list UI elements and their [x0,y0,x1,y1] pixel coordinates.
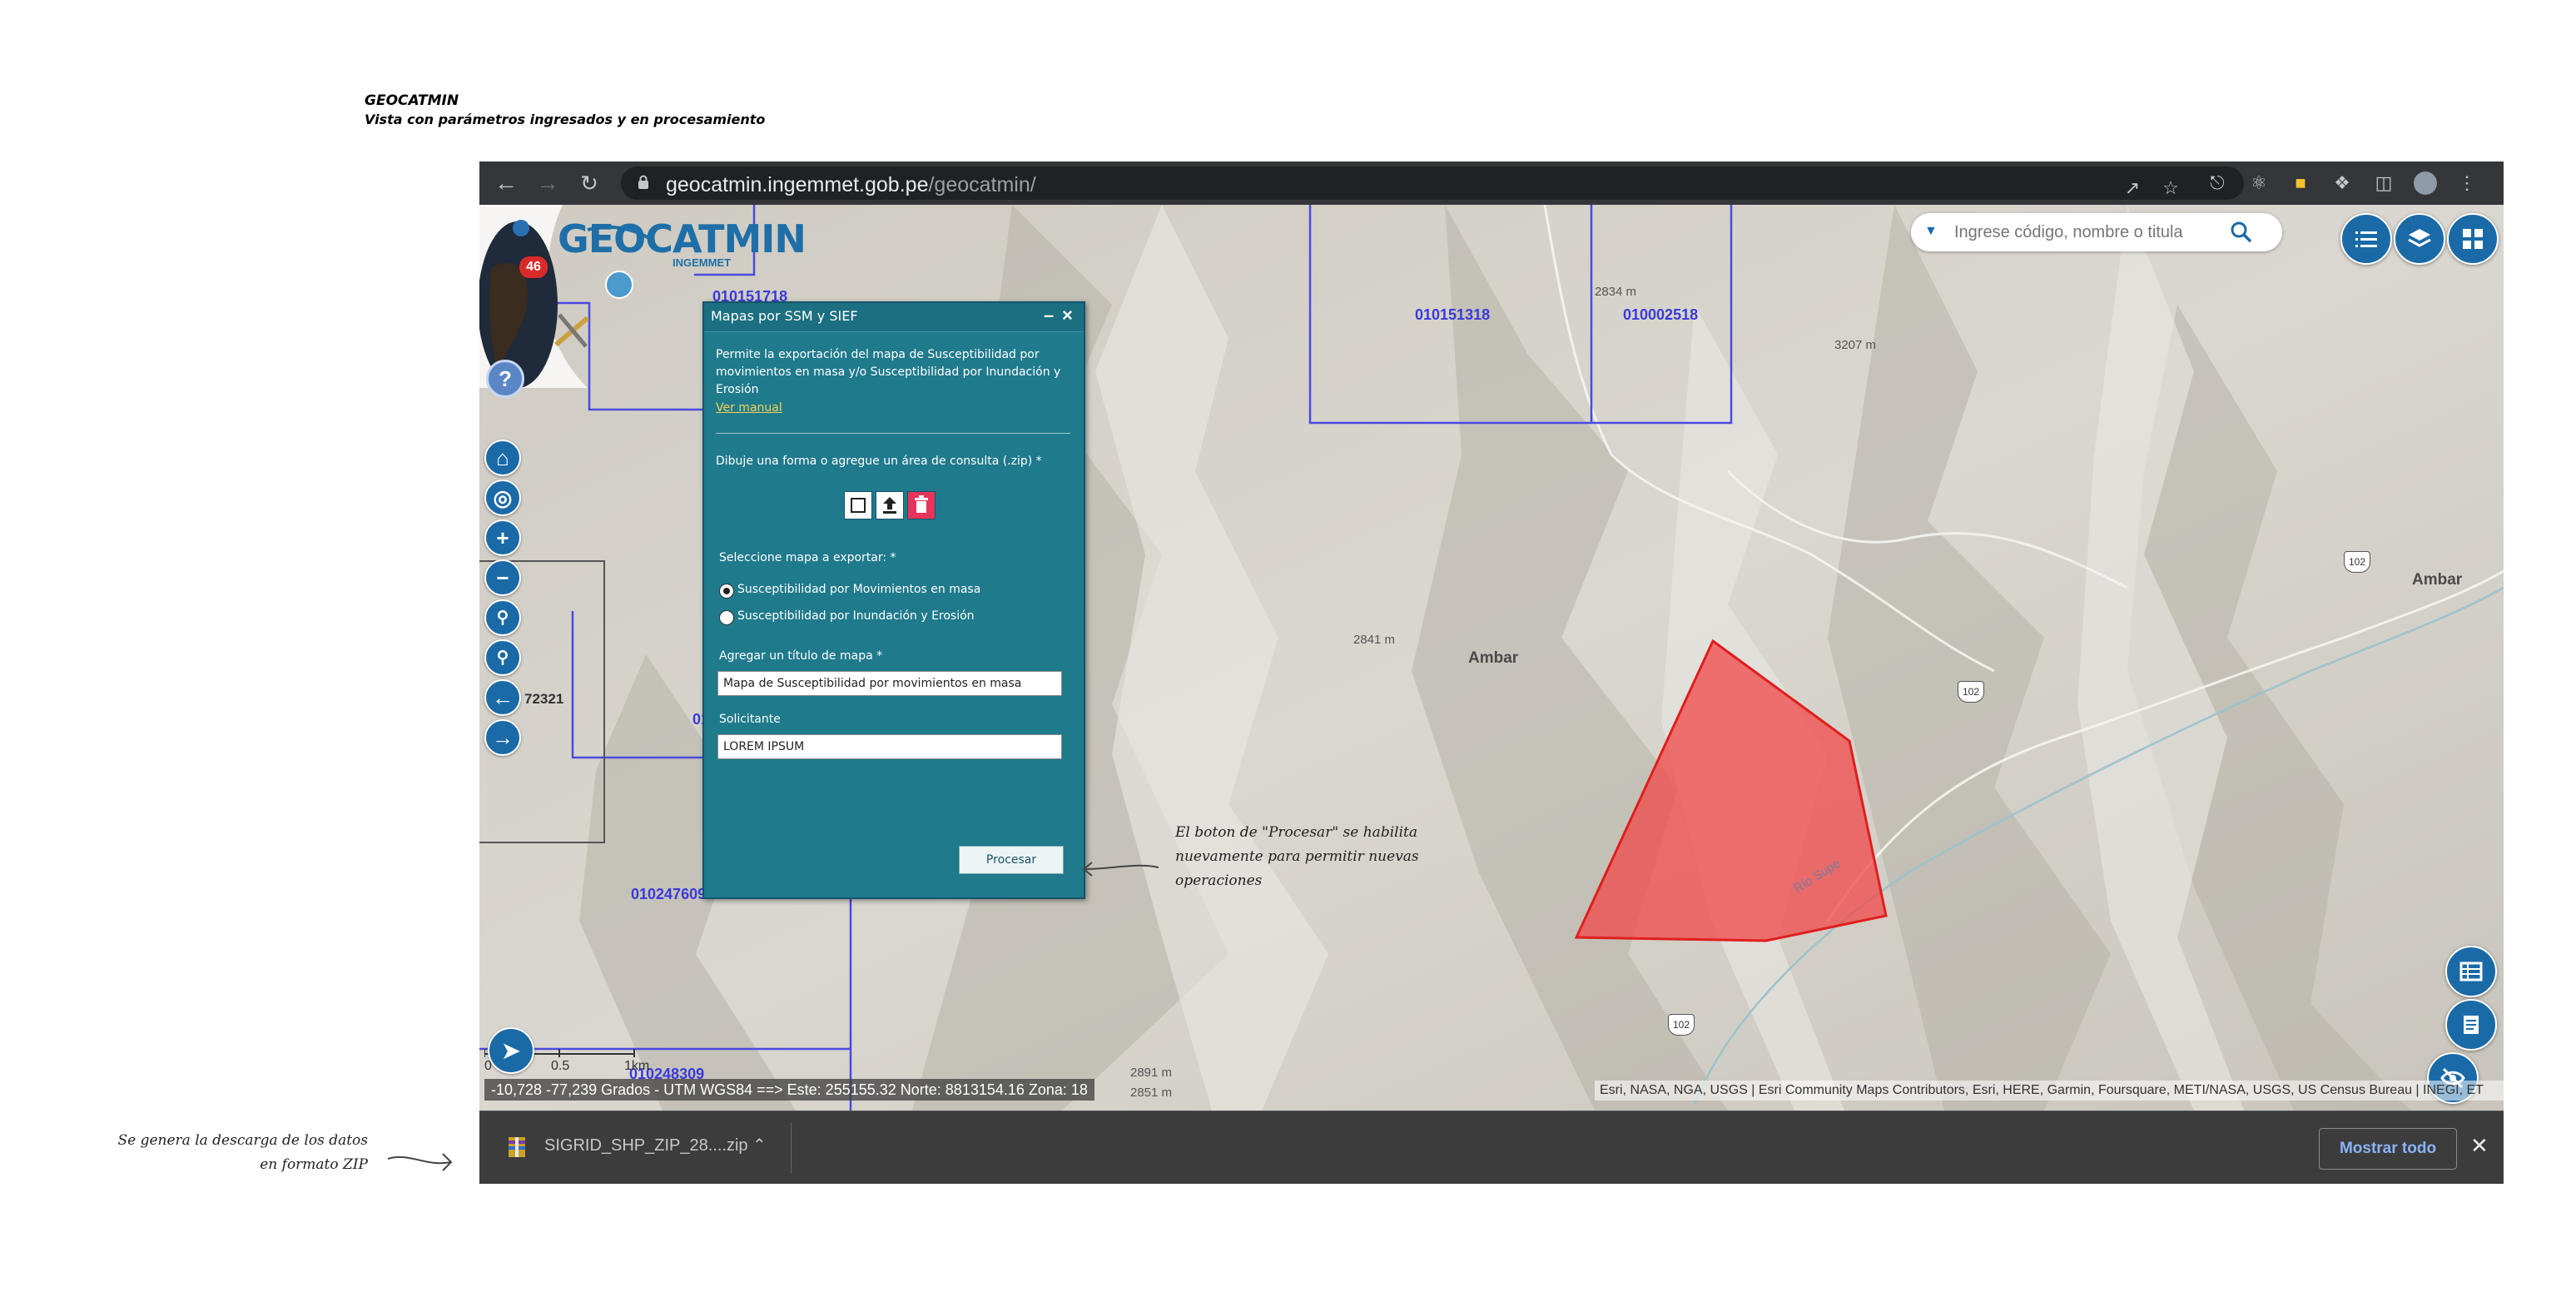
next-extent-icon[interactable]: → [484,719,521,756]
draw-shape-icon[interactable] [844,491,872,519]
map-attribution: Esri, NASA, NGA, USGS | Esri Community M… [1595,1081,2504,1101]
chevron-up-icon[interactable]: ⌃ [752,1135,767,1155]
upload-icon[interactable] [876,491,904,519]
menu-kebab-icon[interactable]: ⋮ [2454,170,2480,196]
doc-subtitle: Vista con parámetros ingresados y en pro… [365,112,766,127]
apps-grid-icon[interactable] [2447,213,2499,265]
close-icon[interactable]: × [1062,305,1073,326]
zoom-out-button[interactable]: − [484,559,521,596]
download-bar: SIGRID_SHP_ZIP_28....zip ⌃ Mostrar todo … [479,1111,2504,1184]
browser-window: ← → ↻ geocatmin.ingemmet.gob.pe/geocatmi… [479,162,2504,1184]
option-label[interactable]: Susceptibilidad por Movimientos en masa [737,581,980,599]
compass-icon[interactable]: ➤ [488,1027,534,1074]
manual-link[interactable]: Ver manual [716,401,782,415]
scale-label: 1km [624,1059,650,1073]
export-maps-panel: Mapas por SSM y SIEF – × Permite la expo… [702,301,1085,899]
back-icon[interactable]: ← [491,168,521,198]
react-extension-icon[interactable]: ⚛ [2246,170,2272,196]
show-all-button[interactable]: Mostrar todo [2319,1128,2457,1170]
radio-mass-movement[interactable] [719,584,734,599]
requester-input[interactable]: LOREM IPSUM [717,734,1062,759]
table-icon[interactable] [2445,946,2497,997]
town-label: Ambar [1468,649,1519,667]
doc-title: GEOCATMIN [365,92,459,109]
requester-label: Solicitante [719,713,781,726]
map-title-input[interactable]: Mapa de Susceptibilidad por movimientos … [717,671,1062,696]
sidepanel-icon[interactable]: ◫ [2370,170,2397,196]
panel-description: Permite la exportación del mapa de Susce… [716,348,1061,396]
browser-toolbar: ← → ↻ geocatmin.ingemmet.gob.pe/geocatmi… [479,162,2504,205]
concession-code: 72321 [524,691,564,707]
concession-code: 010151318 [1415,306,1491,323]
extension-c-icon[interactable]: ⎋ [2204,170,2231,196]
road-shield: 102 [2344,551,2370,573]
forward-icon[interactable]: → [533,168,563,198]
arrow-icon [1082,862,1159,877]
zoom-in-button[interactable]: + [484,519,521,556]
divider [716,433,1070,434]
scale-label: 0.5 [551,1059,570,1073]
town-label: Ambar [2412,571,2463,589]
url-text: geocatmin.ingemmet.gob.pe/geocatmin/ [666,173,1036,196]
download-note: Se genera la descarga de los datos en fo… [117,1132,368,1173]
logo-subtext: INGEMMET [673,256,732,269]
road-shield: 102 [1668,1014,1695,1036]
previous-extent-icon[interactable]: ← [484,679,521,716]
share-icon[interactable]: ↗ [2119,175,2146,201]
document-icon[interactable] [2445,999,2497,1051]
locate-icon[interactable]: ◎ [484,480,521,516]
bookmark-star-icon[interactable]: ☆ [2157,175,2184,201]
reload-icon[interactable]: ↻ [574,168,604,198]
road-shield: 102 [1958,681,1984,703]
delete-icon[interactable] [907,491,936,519]
elevation-label: 2841 m [1353,633,1396,647]
coordinates-readout: -10,728 -77,239 Grados - UTM WGS84 ==> E… [484,1079,1094,1101]
layers-icon[interactable] [2394,213,2445,265]
address-bar[interactable]: geocatmin.ingemmet.gob.pe/geocatmin/ ↗ ☆ [621,166,2244,200]
download-filename[interactable]: SIGRID_SHP_ZIP_28....zip [544,1136,748,1155]
draw-label: Dibuje una forma o agregue un área de co… [716,455,1042,468]
search-bar: ▼ [1911,213,2282,251]
option-label[interactable]: Susceptibilidad por Inundación y Erosión [737,608,975,625]
zoom-out-box-icon[interactable]: ⚲ [484,639,521,676]
panel-header: Mapas por SSM y SIEF – × [704,303,1084,332]
elevation-label: 2834 m [1595,285,1637,299]
select-map-label: Seleccione mapa a exportar: * [719,551,896,564]
process-note: El boton de "Procesar" se habilita nueva… [1175,824,1419,889]
divider [791,1123,792,1173]
lock-icon [638,175,648,189]
zoom-in-box-icon[interactable]: ⚲ [484,599,521,636]
concession-code: 010247609 [631,886,707,902]
zip-file-icon [509,1137,525,1157]
close-icon[interactable]: ✕ [2470,1133,2489,1159]
logo-text: GEOCATMIN [558,216,807,261]
search-filter-dropdown-icon[interactable]: ▼ [1924,221,1943,241]
puzzle-icon[interactable]: ❖ [2329,170,2355,196]
radio-flood-erosion[interactable] [719,610,734,625]
elevation-label: 2891 m [1130,1066,1173,1080]
panel-title: Mapas por SSM y SIEF [711,308,858,324]
search-input[interactable] [1953,221,2206,244]
concession-code: 010002518 [1623,306,1699,323]
lock-extension-icon[interactable]: ■ [2287,170,2314,196]
help-icon[interactable]: ? [486,360,524,398]
home-icon[interactable]: ⌂ [484,440,521,476]
map-view[interactable]: GEOCATMIN INGEMMET 46 ? ⌂ ◎ + − ⚲ ⚲ ← → … [479,205,2504,1111]
profile-avatar[interactable] [2412,170,2439,196]
search-icon[interactable] [2229,220,2254,245]
list-icon[interactable] [2340,213,2392,265]
elevation-label: 2851 m [1130,1086,1173,1100]
elevation-label: 3207 m [1834,338,1877,352]
map-title-label: Agregar un título de mapa * [719,649,883,663]
minimize-icon[interactable]: – [1044,305,1054,326]
arrow-icon [387,1153,453,1171]
notification-badge[interactable]: 46 [519,256,548,278]
process-button[interactable]: Procesar [959,846,1064,874]
